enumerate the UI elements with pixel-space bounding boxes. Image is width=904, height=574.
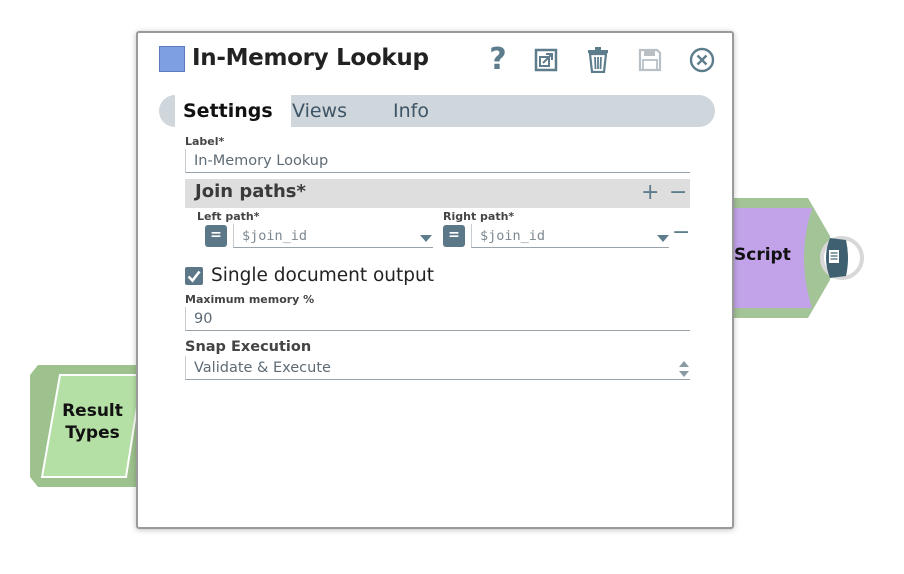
add-row-button[interactable]: + xyxy=(641,180,659,206)
single-document-checkbox[interactable] xyxy=(185,267,203,285)
snap-script-label: Script xyxy=(734,245,791,265)
label-field-label: Label* xyxy=(185,135,225,148)
delete-button[interactable] xyxy=(584,45,612,75)
snap-label-line2: Types xyxy=(65,423,120,443)
tab-bar: Settings Views Info xyxy=(159,95,715,127)
tab-info[interactable]: Info xyxy=(393,95,429,127)
snap-result-types[interactable]: Result Types xyxy=(30,365,150,487)
label-input[interactable]: In-Memory Lookup xyxy=(185,149,690,173)
join-paths-title: Join paths* xyxy=(195,181,306,202)
snap-result-types-label: Result Types xyxy=(55,400,130,444)
snap-execution-select[interactable]: Validate & Execute xyxy=(185,356,690,380)
right-path-expression-toggle[interactable]: = xyxy=(443,225,465,247)
save-icon xyxy=(638,48,662,72)
max-memory-input[interactable]: 90 xyxy=(185,307,690,331)
left-path-label: Left path* xyxy=(197,210,260,223)
document-output-port-icon[interactable] xyxy=(828,249,840,264)
trash-icon xyxy=(588,47,608,73)
left-path-expression-toggle[interactable]: = xyxy=(205,225,227,247)
remove-row-button[interactable]: − xyxy=(672,220,690,246)
export-icon xyxy=(534,48,558,72)
export-button[interactable] xyxy=(532,45,560,75)
help-button[interactable]: ? xyxy=(484,45,512,75)
left-path-dropdown-icon[interactable] xyxy=(420,235,432,242)
snap-label-line1: Result xyxy=(62,401,123,421)
right-path-dropdown-icon[interactable] xyxy=(657,235,669,242)
snap-execution-label: Snap Execution xyxy=(185,339,312,355)
help-icon: ? xyxy=(489,42,507,77)
tab-views[interactable]: Views xyxy=(292,95,347,127)
left-path-input[interactable]: $join_id xyxy=(233,224,433,248)
checkmark-icon xyxy=(187,270,201,283)
join-paths-section: Join paths* + − xyxy=(185,179,690,208)
right-path-label: Right path* xyxy=(443,210,515,223)
select-arrows-icon[interactable] xyxy=(678,359,690,379)
close-button[interactable] xyxy=(688,45,716,75)
dialog-title: In-Memory Lookup xyxy=(192,45,429,71)
single-document-label: Single document output xyxy=(211,265,434,286)
max-memory-label: Maximum memory % xyxy=(185,293,315,306)
close-icon xyxy=(689,47,715,73)
snap-settings-dialog: In-Memory Lookup ? Settings Views Info L… xyxy=(136,31,734,529)
save-button[interactable] xyxy=(636,45,664,75)
snap-color-swatch[interactable] xyxy=(159,46,185,72)
right-path-input[interactable]: $join_id xyxy=(471,224,669,248)
tab-settings[interactable]: Settings xyxy=(175,95,291,127)
remove-all-button[interactable]: − xyxy=(669,180,687,206)
